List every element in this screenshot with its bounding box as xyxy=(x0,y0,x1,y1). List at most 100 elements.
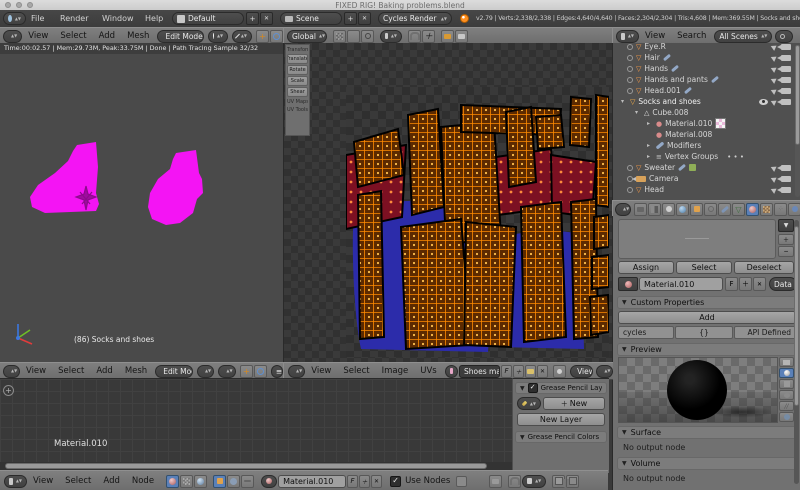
snap-magnet-icon[interactable] xyxy=(408,30,421,43)
menu-help[interactable]: Help xyxy=(145,14,163,23)
editor-type-info-button[interactable]: ▲▼ xyxy=(3,12,26,25)
preview-cube-icon[interactable] xyxy=(779,379,794,389)
tab-constraints-icon[interactable] xyxy=(704,203,717,216)
custom-prop-edit-button[interactable]: API Defined xyxy=(734,326,796,339)
world-shader-icon[interactable] xyxy=(227,475,240,488)
draw-channels-selector[interactable]: ▲▼ xyxy=(596,365,613,378)
manipulator-translate-icon[interactable]: + xyxy=(256,30,269,43)
linestyle-shader-icon[interactable] xyxy=(241,475,254,488)
menu-window[interactable]: Window xyxy=(102,14,134,23)
outliner-row-cube-008[interactable]: ▾△Cube.008 xyxy=(613,107,800,118)
select-button[interactable]: Select xyxy=(676,261,732,274)
view3d-bottom-menu-add[interactable]: Add xyxy=(90,366,118,376)
render-opengl-anim-icon[interactable] xyxy=(455,30,468,43)
pivot-point-selector-bottom[interactable]: ▲▼ xyxy=(218,365,235,378)
node-menu-select[interactable]: Select xyxy=(59,476,97,486)
tab-particles-icon[interactable]: ⁘ xyxy=(774,203,787,216)
tab-object-icon[interactable] xyxy=(690,203,703,216)
image-fake-user-button[interactable]: F xyxy=(501,365,512,378)
outliner-row-eye-r[interactable]: ▽Eye.R xyxy=(613,43,800,52)
uv-tool-shelf[interactable]: Transform Translate Rotate Scale Shear U… xyxy=(285,44,310,136)
copy-nodes-icon[interactable] xyxy=(552,475,565,488)
preview-flat-icon[interactable] xyxy=(779,357,794,367)
render-engine-selector[interactable]: Cycles Render▲▼ xyxy=(378,12,452,25)
assign-button[interactable]: Assign xyxy=(618,261,674,274)
tab-world-icon[interactable] xyxy=(676,203,689,216)
editor-type-uv-button[interactable]: ▲▼ xyxy=(288,365,305,378)
toolshelf-scale-button[interactable]: Scale xyxy=(287,76,308,86)
transform-orientation-selector[interactable]: Global▲▼ xyxy=(287,30,327,43)
uv-display-mode-selector[interactable]: View▲▼ xyxy=(570,365,593,378)
mode-selector-bottom[interactable]: Edit Mode▲▼ xyxy=(155,365,193,378)
fake-user-button[interactable]: F xyxy=(725,277,738,291)
outliner-row-hands-and-pants[interactable]: ▽Hands and pants xyxy=(613,74,800,85)
view3d-bottom-menu-select[interactable]: Select xyxy=(52,366,90,376)
material-name-field[interactable]: Material.010 xyxy=(639,277,723,291)
viewport-shading-selector[interactable]: ▲▼ xyxy=(208,30,228,43)
snap-node-element-selector[interactable]: ▲▼ xyxy=(522,475,546,488)
scene-selector[interactable]: Scene xyxy=(280,12,342,25)
custom-properties-panel-header[interactable]: ▼Custom Properties xyxy=(617,296,797,309)
uv-menu-select[interactable]: Select xyxy=(337,366,375,376)
new-material-icon[interactable]: ＋ xyxy=(739,277,752,291)
unlink-material-icon[interactable]: ✕ xyxy=(753,277,766,291)
tab-render-icon[interactable] xyxy=(634,203,647,216)
editor-type-view3d-bottom-button[interactable]: ▲▼ xyxy=(3,365,20,378)
editor-type-view3d-button[interactable]: ▲▼ xyxy=(3,30,22,43)
node-menu-node[interactable]: Node xyxy=(126,476,160,486)
custom-prop-value[interactable]: {} xyxy=(675,326,733,339)
preview-hair-icon[interactable]: // xyxy=(779,401,794,411)
tab-physics-icon[interactable] xyxy=(788,203,800,216)
view3d-menu-select[interactable]: Select xyxy=(54,31,92,41)
renderable-icon[interactable] xyxy=(781,44,791,50)
outliner-menu-view[interactable]: View xyxy=(639,31,671,41)
pin-icon[interactable] xyxy=(553,365,566,378)
outliner-row-modifiers[interactable]: ▸Modifiers xyxy=(613,140,800,151)
viewport-shading-selector-bottom[interactable]: ▲▼ xyxy=(197,365,214,378)
lock-to-scene-icon[interactable] xyxy=(347,30,360,43)
node-material-fake-user-button[interactable]: F xyxy=(347,475,358,488)
object-shader-icon[interactable] xyxy=(213,475,226,488)
outliner-row-socks-and-shoes[interactable]: ▾▽Socks and shoes xyxy=(613,96,800,107)
properties-scrollbar[interactable] xyxy=(794,220,799,484)
preview-monkey-icon[interactable] xyxy=(779,390,794,400)
view3d-bottom-menu-view[interactable]: View xyxy=(20,366,52,376)
view3d-menu-view[interactable]: View xyxy=(22,31,54,41)
material-slot-remove-icon[interactable]: − xyxy=(778,246,794,257)
view3d-menu-mesh[interactable]: Mesh xyxy=(121,31,155,41)
grease-pencil-colors-panel-header[interactable]: ▼Grease Pencil Colors xyxy=(515,431,607,443)
outliner-display-filter[interactable]: All Scenes▲▼ xyxy=(714,30,772,43)
renderable-icon[interactable] xyxy=(781,88,791,94)
volume-panel-header[interactable]: ▼Volume xyxy=(617,457,797,470)
collapsed-node-plus-icon[interactable]: + xyxy=(3,385,14,396)
delete-layout-icon[interactable]: ✕ xyxy=(260,12,273,25)
renderable-icon[interactable] xyxy=(781,99,791,105)
node-menu-view[interactable]: View xyxy=(27,476,59,486)
material-slot-add-icon[interactable]: ＋ xyxy=(778,234,794,245)
grease-pencil-data-selector[interactable]: ▲▼ xyxy=(517,397,541,410)
material-slot-specials-menu[interactable]: ▼ xyxy=(778,219,794,232)
custom-prop-name[interactable]: cycles xyxy=(618,326,674,339)
delete-scene-icon[interactable]: ✕ xyxy=(358,12,371,25)
toolshelf-shear-button[interactable]: Shear xyxy=(287,87,308,97)
paste-nodes-icon[interactable] xyxy=(566,475,579,488)
tab-render-layers-icon[interactable] xyxy=(648,203,661,216)
outliner-scrollbar[interactable] xyxy=(795,45,800,197)
outliner-row-sweater[interactable]: ▽Sweater xyxy=(613,162,800,173)
manipulator-translate-icon[interactable]: + xyxy=(240,365,253,378)
toolshelf-translate-button[interactable]: Translate xyxy=(287,54,308,64)
add-scene-icon[interactable]: + xyxy=(344,12,357,25)
pivot-point-selector[interactable]: ▲▼ xyxy=(232,30,252,43)
image-name-field[interactable]: Shoes mapped.png xyxy=(459,365,500,378)
mode-selector[interactable]: Edit Mode▲▼ xyxy=(157,30,204,43)
backdrop-icon[interactable] xyxy=(489,475,502,488)
new-layer-button[interactable]: New Layer xyxy=(517,413,605,426)
screen-layout-selector[interactable]: Default xyxy=(172,12,244,25)
browse-node-material-icon[interactable] xyxy=(261,475,277,488)
node-material-unlink-icon[interactable]: ✕ xyxy=(371,475,382,488)
surface-panel-header[interactable]: ▼Surface xyxy=(617,426,797,439)
grease-pencil-new-button[interactable]: ＋New xyxy=(543,397,605,410)
proportional-edit-icon[interactable] xyxy=(361,30,374,43)
outliner-row-hair[interactable]: ▽Hair xyxy=(613,52,800,63)
node-editor-hscrollbar[interactable] xyxy=(0,462,512,470)
